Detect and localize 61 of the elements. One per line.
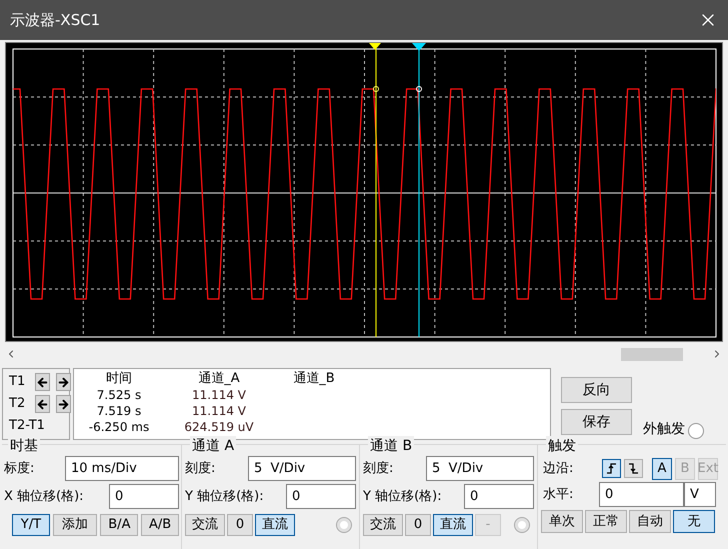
input-field[interactable]: 0 [286,484,356,509]
table-cell-text: 7.519 s [96,403,142,420]
column-header: 通道_A [197,370,241,388]
left-arrow-button[interactable] [35,395,50,413]
table-cell-text: 7.525 s [96,387,142,404]
window-title: 示波器-XSC1 [10,10,100,31]
left-arrow-button[interactable] [35,373,50,391]
field-label: 水平: [543,486,574,504]
field-label: 刻度: [363,460,394,478]
input-field[interactable]: 0 [599,482,684,507]
table-cell-text: 11.114 V [190,403,247,420]
table-cell-text: -6.250 ms [88,419,150,436]
toggle-button[interactable]: A/B [141,514,180,536]
cursor-label: T2-T1 [9,417,45,436]
toggle-button[interactable]: 0 [405,514,431,536]
toggle-button[interactable]: Y/T [12,514,50,536]
cursor-label: T1 [9,373,26,392]
toggle-button[interactable]: 0 [227,514,253,536]
input-field[interactable]: 10 ms/Div [65,456,179,481]
right-arrow-button[interactable] [56,395,71,413]
input-field[interactable]: 5 V/Div [426,456,534,481]
input-field[interactable]: 5 V/Div [248,456,356,481]
toggle-button[interactable]: 交流 [185,514,225,536]
toggle-button[interactable]: 交流 [363,514,403,536]
toggle-button[interactable]: B/A [100,514,138,536]
field-label: X 轴位移(格): [4,488,84,506]
falling-edge-icon [628,462,639,475]
toggle-button[interactable]: 直流 [433,514,473,536]
radio-button[interactable] [336,517,352,533]
radio-button[interactable] [688,423,704,439]
toggle-button[interactable]: A [652,458,672,480]
input-field[interactable]: 0 [109,484,179,509]
action-button[interactable]: 反向 [561,377,632,403]
field-label: Y 轴位移(格): [363,488,442,506]
right-arrow-button[interactable] [56,373,71,391]
rising-edge-button[interactable] [602,459,621,478]
column-header: 时间 [105,370,133,388]
column-header: 通道_B [292,370,336,388]
table-cell-text: 11.114 V [190,387,247,404]
toggle-button[interactable]: 无 [673,510,715,533]
ext-trigger-label: 外触发 [643,420,685,439]
action-button[interactable]: 保存 [561,409,632,435]
cursor-marker-icon[interactable] [369,43,381,50]
field-label: Y 轴位移(格): [185,488,264,506]
toggle-button[interactable]: 正常 [585,510,627,533]
scroll-thumb[interactable] [621,348,683,360]
toggle-button[interactable]: 单次 [541,510,583,533]
radio-button[interactable] [514,517,530,533]
cursor-marker-icon[interactable] [412,43,426,51]
field-label: 刻度: [185,460,216,478]
falling-edge-button[interactable] [624,459,643,478]
toggle-button[interactable]: 添加 [52,514,98,536]
table-cell-text: 624.519 uV [183,419,255,436]
field-label: 标度: [4,460,34,478]
input-field[interactable]: V [684,482,716,507]
toggle-button[interactable]: 直流 [255,514,295,536]
toggle-button[interactable]: 自动 [629,510,671,533]
rising-edge-icon [606,462,617,475]
cursor-label: T2 [9,395,26,414]
field-label: 边沿: [543,460,574,478]
input-field[interactable]: 0 [464,484,534,509]
